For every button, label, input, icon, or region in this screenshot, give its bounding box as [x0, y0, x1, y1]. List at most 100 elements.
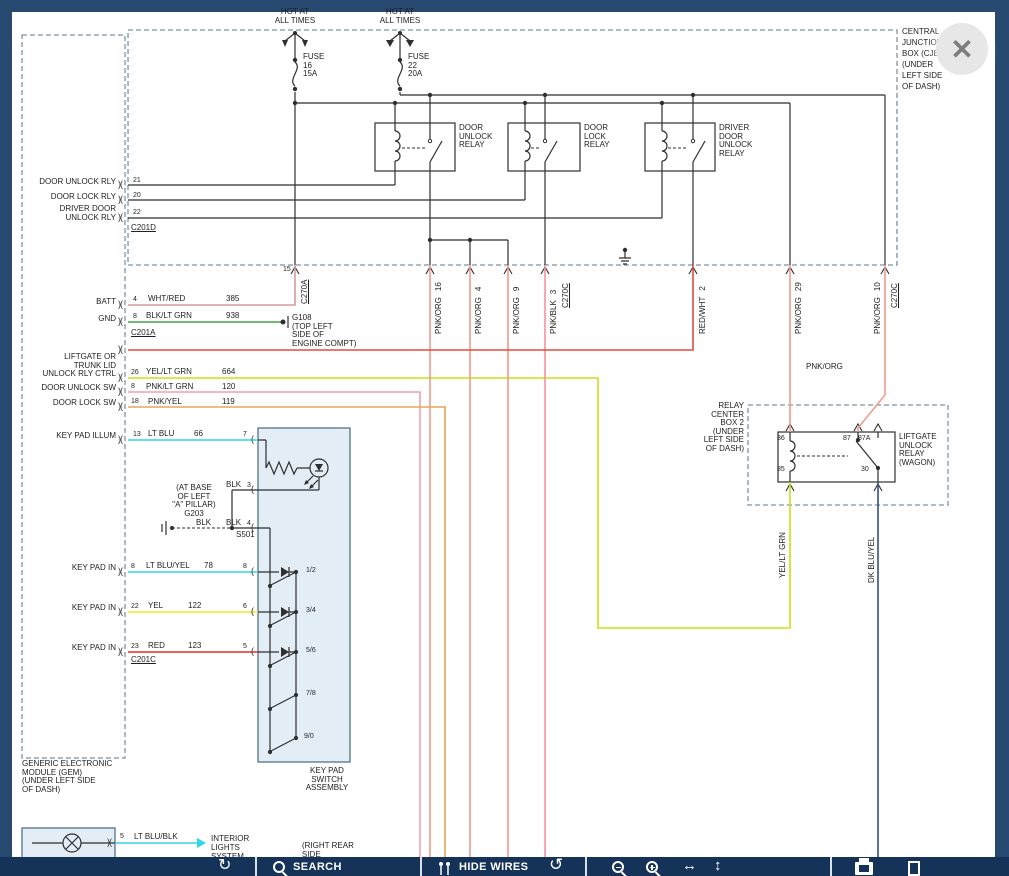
relay-pin-85: 85	[777, 466, 785, 473]
hot-at-all-times-right: HOT AT ALL TIMES	[373, 8, 427, 25]
relay-pin-86: 86	[777, 435, 785, 442]
gem-door-unlock-rly: DOOR UNLOCK RLY	[16, 178, 116, 187]
inline-connector-icon: )(	[118, 345, 122, 354]
keypad-connector-icon: (	[251, 485, 253, 494]
cjb-output-4: PNK/ORG 4	[473, 287, 484, 334]
pin-number: 16	[434, 282, 443, 291]
gem-driver-door-unlock-rly: DRIVER DOOR UNLOCK RLY	[16, 205, 116, 222]
fuse-22-label: FUSE 22 20A	[408, 53, 429, 79]
circuit-number: 123	[188, 642, 201, 651]
fuse-16-label: FUSE 16 15A	[303, 53, 324, 79]
door-lock-relay-label: DOOR LOCK RELAY	[584, 124, 610, 150]
circuit-number: 78	[204, 562, 213, 571]
circuit-number: 385	[226, 295, 239, 304]
wire-color-label: PNK/ORG	[873, 297, 882, 334]
keypad-connector-icon: (	[251, 567, 253, 576]
wire-color-label: YEL	[148, 602, 163, 611]
pin-number: 9	[512, 287, 521, 291]
inline-connector-icon: )(	[118, 180, 122, 189]
keypad-switch-label: 7/8	[306, 690, 316, 697]
pin-number: 2	[698, 286, 707, 290]
hide-wires-button[interactable]: HIDE WIRES	[459, 861, 528, 873]
cjb-output-9: PNK/ORG 9	[511, 287, 522, 334]
circuit-number: 120	[222, 383, 235, 392]
circuit-number: 66	[194, 430, 203, 439]
fit-width-icon[interactable]: ↔	[682, 857, 697, 875]
inline-connector-icon: )(	[118, 300, 122, 309]
circuit-number: 664	[222, 368, 235, 377]
circuit-number: 119	[222, 398, 235, 407]
inline-connector-icon: )(	[118, 402, 122, 411]
keypad-connector-icon: (	[251, 523, 253, 532]
toolbar-separator	[420, 857, 422, 876]
inline-connector-icon: )(	[118, 373, 122, 382]
fit-height-icon[interactable]: ↕	[714, 857, 722, 875]
zoom-out-icon[interactable]	[612, 861, 624, 873]
wire-color-label: PNK/ORG	[806, 363, 843, 372]
door-unlock-relay-label: DOOR UNLOCK RELAY	[459, 124, 492, 150]
keypad-connector-icon: (	[251, 647, 253, 656]
search-button[interactable]: SEARCH	[293, 861, 342, 873]
wire-color-label: PNK/ORG	[512, 297, 521, 334]
circuit-number: 938	[226, 312, 239, 321]
wire-color-label: PNK/ORG	[474, 297, 483, 334]
inline-connector-icon: )(	[107, 838, 111, 847]
pin-number: 8	[131, 383, 135, 390]
bottom-toolbar: ↻ SEARCH HIDE WIRES ↺ ↔ ↕	[0, 857, 1009, 876]
print-icon[interactable]	[855, 862, 873, 875]
connector-c270c-right: C270C	[889, 283, 900, 308]
pin-number: 3	[549, 290, 558, 294]
circuit-number: 122	[188, 602, 201, 611]
keypad-pin-number: 6	[243, 603, 247, 610]
keypad-switch-label: 5/6	[306, 647, 316, 654]
inline-connector-icon: )(	[118, 567, 122, 576]
wire-color-label: RED	[148, 642, 165, 651]
hide-wires-icon[interactable]	[437, 860, 453, 876]
pin-number: 21	[133, 177, 141, 184]
cjb-output-29: PNK/ORG29	[793, 282, 804, 334]
toolbar-separator	[585, 857, 587, 876]
wire-color-label: LT BLU/BLK	[134, 833, 178, 842]
connector-c201d: C201D	[131, 224, 156, 233]
wire-color-label: WHT/RED	[148, 295, 185, 304]
relay-pin-87a: 87A	[858, 435, 870, 442]
export-icon[interactable]	[908, 861, 920, 876]
keypad-switch-label: 3/4	[306, 607, 316, 614]
inline-connector-icon: )(	[118, 195, 122, 204]
keypad-switch-label: 9/0	[304, 733, 314, 740]
gem-key-pad-in-1: KEY PAD IN	[16, 564, 116, 573]
gem-batt: BATT	[16, 298, 116, 307]
wire-color-label: BLK/LT GRN	[146, 312, 192, 321]
connector-label: C270C	[561, 283, 570, 308]
driver-door-unlock-relay-label: DRIVER DOOR UNLOCK RELAY	[719, 124, 752, 158]
wire-color-label: YEL/LT GRN	[778, 532, 787, 578]
search-icon[interactable]	[273, 861, 285, 873]
zoom-in-icon[interactable]	[646, 861, 658, 873]
refresh-icon[interactable]: ↻	[218, 857, 231, 875]
gem-key-pad-illum: KEY PAD ILLUM	[16, 432, 116, 441]
keypad-switch-label: 1/2	[306, 567, 316, 574]
wire-color-label: BLK	[226, 519, 241, 528]
gem-key-pad-in-2: KEY PAD IN	[16, 604, 116, 613]
wire-color-label: LT BLU	[148, 430, 174, 439]
inline-connector-icon: )(	[118, 435, 122, 444]
keypad-pin-number: 8	[243, 563, 247, 570]
wire-color-label: PNK/LT GRN	[146, 383, 193, 392]
pin-number: 13	[133, 431, 141, 438]
pin-number: 22	[133, 209, 141, 216]
cjb-output-10: PNK/ORG10	[872, 282, 883, 334]
pin-number: 4	[474, 287, 483, 291]
inline-connector-icon: )(	[118, 607, 122, 616]
wire-dk-blu-yel-label: DK BLU/YEL	[866, 537, 877, 583]
inline-connector-icon: )(	[118, 317, 122, 326]
keypad-connector-icon: (	[251, 435, 253, 444]
close-button[interactable]: ✕	[936, 23, 988, 75]
wire-color-label: LT BLU/YEL	[146, 562, 190, 571]
undo-icon[interactable]: ↺	[549, 857, 563, 874]
diagram-labels: HOT AT ALL TIMES HOT AT ALL TIMES FUSE 1…	[0, 0, 1009, 876]
pin-number: 20	[133, 192, 141, 199]
pin-number: 4	[133, 296, 137, 303]
wire-color-label: BLK	[226, 481, 241, 490]
wire-yel-lt-grn-label: YEL/LT GRN	[777, 532, 788, 578]
keypad-pin-number: 5	[243, 643, 247, 650]
